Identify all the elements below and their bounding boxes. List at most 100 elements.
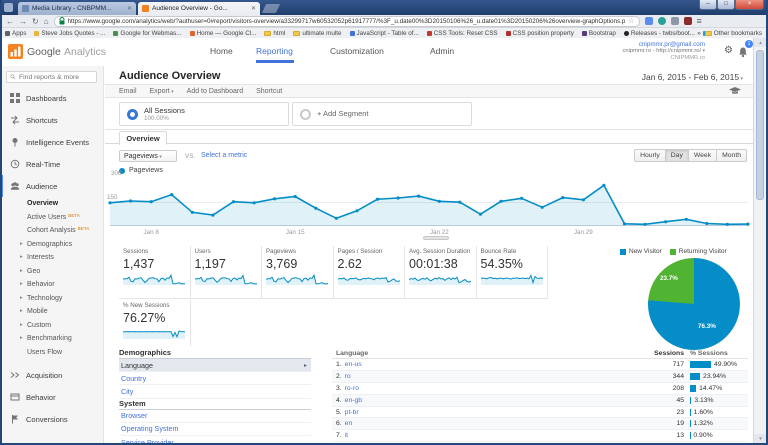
bookmark-apps[interactable]: Apps <box>5 30 26 37</box>
segment-all-sessions[interactable]: All Sessions 100.00% <box>119 102 289 126</box>
metric-card-new-sessions[interactable]: % New Sessions 76.27% <box>119 300 191 346</box>
sidebar-subitem-overview[interactable]: Overview <box>0 197 103 211</box>
tab-overview[interactable]: Overview <box>119 131 167 145</box>
sidebar-item-dashboards[interactable]: Dashboards <box>0 87 103 109</box>
table-row[interactable]: 3.ro-ro 208 14.47% <box>332 383 748 395</box>
extension-icon[interactable] <box>645 17 653 25</box>
sidebar-subitem-interests[interactable]: Interests <box>0 251 103 265</box>
ga-nav-reporting[interactable]: Reporting <box>256 46 293 56</box>
bookmark-item[interactable]: Bootstrap <box>582 30 616 37</box>
table-row[interactable]: 7.it 13 0.90% <box>332 430 748 442</box>
sidebar-subitem-benchmarking[interactable]: Benchmarking <box>0 332 103 346</box>
ga-nav-customization[interactable]: Customization <box>330 46 384 56</box>
panel-item-country[interactable]: Country <box>119 372 311 385</box>
granularity-month-button[interactable]: Month <box>717 149 747 162</box>
metric-card-avg-session-duration[interactable]: Avg. Session Duration 00:01:38 <box>405 246 477 298</box>
browser-tab-active[interactable]: Audience Overview - Go... ✕ <box>138 2 260 15</box>
bookmark-item[interactable]: CSS position property <box>506 30 574 37</box>
bookmark-item[interactable]: Releases - twbs/boot... <box>624 30 695 37</box>
notifications-bell-icon[interactable] <box>738 47 748 58</box>
granularity-day-button[interactable]: Day <box>666 149 689 162</box>
panel-item-city[interactable]: City <box>119 385 311 398</box>
table-row[interactable]: 2.ro 344 23.94% <box>332 371 748 383</box>
metric-card-bounce-rate[interactable]: Bounce Rate 54.35% <box>477 246 549 298</box>
account-email-link[interactable]: cnipmmr.pr@gmail.com <box>622 41 705 48</box>
sidebar-item-behavior[interactable]: Behavior <box>0 386 103 408</box>
sidebar-item-audience[interactable]: Audience <box>0 175 103 197</box>
window-maximize-button[interactable]: □ <box>717 0 735 10</box>
sidebar-subitem-active-users[interactable]: Active UsersBETA <box>0 211 103 225</box>
email-button[interactable]: Email <box>119 88 137 95</box>
sidebar-subitem-cohort-analysis[interactable]: Cohort AnalysisBETA <box>0 224 103 238</box>
add-segment-button[interactable]: + Add Segment <box>292 102 472 126</box>
scrollbar-thumb[interactable] <box>756 50 764 200</box>
sidebar-subitem-demographics[interactable]: Demographics <box>0 238 103 252</box>
pie-chart[interactable]: 23.7% 76.3% <box>648 258 740 350</box>
bookmark-item[interactable]: Steve Jobs Quotes - ... <box>34 30 105 37</box>
forward-button[interactable]: → <box>19 16 27 27</box>
panel-item-operating-system[interactable]: Operating System <box>119 423 311 436</box>
date-range-selector[interactable]: Jan 6, 2015 - Feb 6, 2015 <box>642 72 743 82</box>
bookmarks-overflow-chevron[interactable]: » <box>697 30 701 37</box>
add-to-dashboard-button[interactable]: Add to Dashboard <box>187 88 243 95</box>
sidebar-search[interactable] <box>6 71 97 83</box>
sidebar-subitem-users-flow[interactable]: Users Flow <box>0 346 103 360</box>
language-link[interactable]: en-us <box>345 361 362 368</box>
refresh-button[interactable]: ↻ <box>32 16 39 27</box>
pageviews-line-chart[interactable] <box>110 178 748 226</box>
metric-card-sessions[interactable]: Sessions 1,437 <box>119 246 191 298</box>
bookmark-item[interactable]: CSS Tools: Reset CSS <box>427 30 498 37</box>
language-link[interactable]: en-gb <box>345 397 362 404</box>
bookmark-folder[interactable]: html <box>264 30 285 37</box>
new-tab-button[interactable] <box>262 4 280 13</box>
browser-tab-inactive[interactable]: Media Library - CNBPMM... ✕ <box>18 2 136 15</box>
panel-item-language[interactable]: Language <box>119 359 311 372</box>
tab-close-icon[interactable]: ✕ <box>127 5 132 12</box>
extension-icon[interactable] <box>658 17 666 25</box>
col-header-pct-sessions[interactable]: % Sessions <box>684 350 748 357</box>
window-minimize-button[interactable]: – <box>699 0 717 10</box>
account-info[interactable]: cnipmmr.pr@gmail.com cnipmmr.ro - http:/… <box>622 41 705 62</box>
window-close-button[interactable]: × <box>735 0 764 10</box>
language-link[interactable]: it <box>345 432 348 439</box>
sidebar-subitem-technology[interactable]: Technology <box>0 292 103 306</box>
account-property-selector[interactable]: cnipmmr.ro - http://cnipmmr.ro/ <box>622 48 705 55</box>
academy-cap-icon[interactable] <box>729 87 741 96</box>
bookmark-folder[interactable]: ultimate multe <box>293 30 341 37</box>
sidebar-item-shortcuts[interactable]: Shortcuts <box>0 109 103 131</box>
chrome-menu-icon[interactable]: ≡ <box>697 16 702 27</box>
shortcut-button[interactable]: Shortcut <box>256 88 282 95</box>
extension-icon[interactable] <box>671 17 679 25</box>
sidebar-item-intelligence-events[interactable]: Intelligence Events <box>0 131 103 153</box>
language-link[interactable]: ro <box>345 373 351 380</box>
export-button[interactable]: Export <box>150 88 174 95</box>
language-link[interactable]: ro-ro <box>345 385 359 392</box>
bookmark-item[interactable]: Home — Google Cl... <box>190 30 257 37</box>
sidebar-subitem-custom[interactable]: Custom <box>0 319 103 333</box>
metric-card-pageviews[interactable]: Pageviews 3,769 <box>262 246 334 298</box>
granularity-hourly-button[interactable]: Hourly <box>634 149 666 162</box>
sidebar-item-conversions[interactable]: Conversions <box>0 408 103 430</box>
search-input[interactable] <box>19 74 93 81</box>
language-link[interactable]: en <box>345 420 353 427</box>
table-row[interactable]: 6.en 19 1.32% <box>332 418 748 430</box>
col-header-language[interactable]: Language <box>332 350 632 357</box>
address-bar[interactable]: https://www.google.com/analytics/web/?au… <box>54 16 640 27</box>
bookmark-star-icon[interactable]: ☆ <box>628 17 634 25</box>
page-scrollbar[interactable]: ▲ ▼ <box>753 38 766 443</box>
sidebar-item-acquisition[interactable]: Acquisition <box>0 364 103 386</box>
table-row[interactable]: 5.pt-br 23 1.60% <box>332 407 748 419</box>
tab-close-icon[interactable]: ✕ <box>251 5 256 12</box>
table-row[interactable]: 1.en-us 717 49.90% <box>332 359 748 371</box>
chart-pager-handle[interactable] <box>423 236 449 240</box>
settings-gear-icon[interactable]: ⚙ <box>724 45 733 56</box>
bookmark-item[interactable]: Google for Webmas... <box>113 30 181 37</box>
language-link[interactable]: pt-br <box>345 409 359 416</box>
sidebar-subitem-mobile[interactable]: Mobile <box>0 305 103 319</box>
sidebar-subitem-behavior[interactable]: Behavior <box>0 278 103 292</box>
back-button[interactable]: ← <box>6 16 14 27</box>
col-header-sessions[interactable]: Sessions <box>632 350 684 357</box>
select-metric-link[interactable]: Select a metric <box>201 152 247 159</box>
ga-nav-admin[interactable]: Admin <box>430 46 454 56</box>
sidebar-subitem-geo[interactable]: Geo <box>0 265 103 279</box>
